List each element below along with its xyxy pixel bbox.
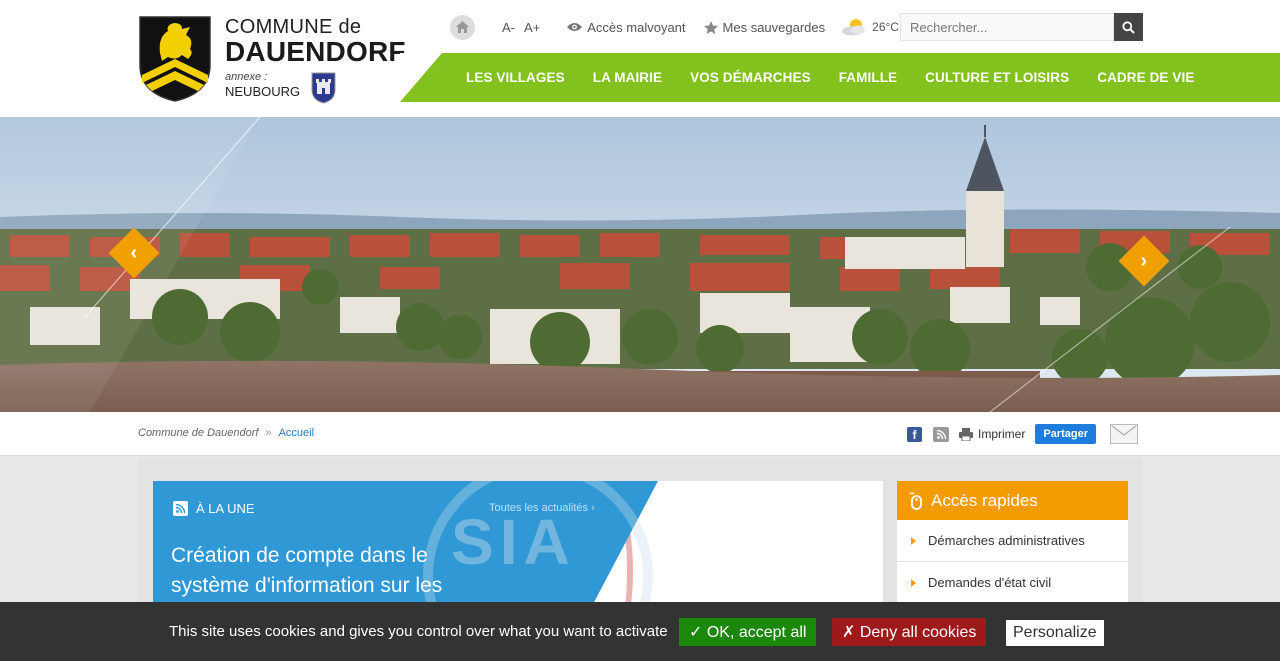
font-decrease-button[interactable]: A- — [502, 20, 515, 35]
cookie-message: This site uses cookies and gives you con… — [169, 623, 668, 640]
partly-cloudy-icon — [842, 19, 866, 36]
quick-link-etat-civil[interactable]: Demandes d'état civil — [897, 562, 1128, 604]
page-tools: f Imprimer Partager — [907, 420, 1138, 448]
accessibility-label: Accès malvoyant — [587, 19, 686, 35]
rss-icon — [173, 501, 188, 516]
deny-all-cookies-button[interactable]: ✗ Deny all cookies — [832, 618, 987, 646]
news-headline[interactable]: Création de compte dans le système d'inf… — [171, 541, 501, 601]
nav-item-vos-demarches[interactable]: VOS DÉMARCHES — [690, 70, 811, 85]
village-panorama-image — [0, 117, 1280, 412]
envelope-icon — [1111, 425, 1137, 436]
news-section-title: À LA UNE — [196, 501, 255, 516]
quick-link-demarches[interactable]: Démarches administratives — [897, 520, 1128, 562]
home-icon — [456, 21, 469, 33]
quick-access-header: Accès rapides — [897, 481, 1128, 520]
chevron-left-icon: ‹ — [130, 241, 138, 264]
search-input[interactable] — [900, 13, 1114, 41]
quick-link-label: Demandes d'état civil — [928, 575, 1052, 590]
annexe-name: NEUBOURG — [225, 84, 301, 99]
hero-slider: ‹ › — [0, 117, 1280, 412]
commune-name[interactable]: DAUENDORF — [225, 36, 406, 68]
saved-items-label: Mes sauvegardes — [722, 19, 826, 35]
saved-items-link[interactable]: Mes sauvegardes — [703, 19, 826, 35]
eye-icon — [567, 23, 583, 31]
arrow-right-icon — [911, 578, 916, 587]
facebook-icon[interactable]: f — [907, 426, 922, 442]
breadcrumb-separator: » — [265, 427, 272, 439]
arrow-right-icon — [911, 536, 916, 545]
search-button[interactable] — [1114, 13, 1143, 41]
quick-link-label: Démarches administratives — [928, 533, 1085, 548]
chevron-right-icon: › — [591, 502, 595, 514]
rss-icon[interactable] — [933, 426, 949, 442]
personalize-cookies-button[interactable]: Personalize — [1006, 620, 1104, 646]
breadcrumb-current[interactable]: Accueil — [279, 427, 314, 439]
quick-access-title: Accès rapides — [931, 490, 1038, 510]
search-icon — [1122, 20, 1135, 34]
main-navigation: LES VILLAGES LA MAIRIE VOS DÉMARCHES FAM… — [466, 53, 1222, 102]
home-button[interactable] — [450, 14, 475, 40]
neubourg-crest-icon — [311, 72, 336, 104]
nav-item-culture-et-loisirs[interactable]: CULTURE ET LOISIRS — [925, 70, 1069, 85]
nav-item-famille[interactable]: FAMILLE — [839, 70, 897, 85]
breadcrumb-root-link[interactable]: Commune de Dauendorf — [138, 427, 258, 439]
dauendorf-crest-logo[interactable] — [138, 15, 212, 103]
utility-bar: A- A+ Accès malvoyant Mes sauvegardes 26… — [450, 12, 899, 42]
breadcrumb: Commune de Dauendorf » Accueil — [138, 427, 314, 439]
all-news-link[interactable]: Toutes les actualités › — [489, 502, 595, 514]
accept-all-cookies-button[interactable]: ✓ OK, accept all — [679, 618, 817, 646]
printer-icon — [959, 427, 973, 441]
font-increase-button[interactable]: A+ — [524, 20, 540, 35]
breadcrumb-bar: Commune de Dauendorf » Accueil f Imprime… — [0, 412, 1280, 456]
annexe-label: annexe : — [225, 71, 268, 83]
share-button[interactable]: Partager — [1035, 424, 1096, 444]
weather-widget: 26°C — [841, 18, 899, 36]
nav-item-les-villages[interactable]: LES VILLAGES — [466, 70, 565, 85]
mouse-pointer-icon — [909, 491, 922, 510]
all-news-label: Toutes les actualités — [489, 502, 589, 514]
news-section-header: À LA UNE — [173, 501, 255, 516]
cookie-banner: This site uses cookies and gives you con… — [0, 602, 1280, 661]
accessibility-link[interactable]: Accès malvoyant — [567, 19, 686, 35]
nav-bar-edge — [400, 53, 442, 102]
email-share-button[interactable] — [1109, 424, 1138, 444]
nav-item-la-mairie[interactable]: LA MAIRIE — [593, 70, 662, 85]
nav-item-cadre-de-vie[interactable]: CADRE DE VIE — [1097, 70, 1194, 85]
temperature-value: 26°C — [872, 20, 899, 34]
star-icon — [703, 20, 718, 34]
print-button[interactable]: Imprimer — [959, 427, 1025, 441]
chevron-right-icon: › — [1140, 249, 1148, 272]
print-label: Imprimer — [978, 427, 1026, 441]
search-box — [900, 13, 1143, 41]
